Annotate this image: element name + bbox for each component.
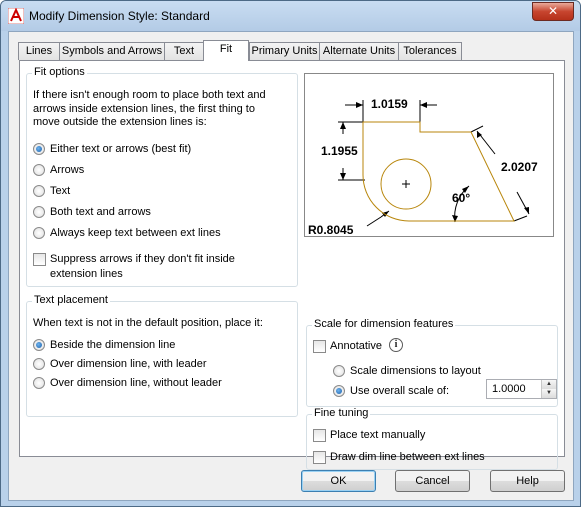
- preview-drawing: 1.0159 1.1955 2.0207 60° R0.8045: [308, 97, 538, 237]
- annotative-label[interactable]: Annotative: [330, 339, 382, 353]
- fit-options-title: Fit options: [32, 66, 87, 78]
- autocad-app-icon: [8, 8, 24, 24]
- preview-radius: R0.8045: [308, 223, 354, 236]
- overall-scale-value[interactable]: 1.0000: [492, 383, 526, 395]
- radio-best-fit-label[interactable]: Either text or arrows (best fit): [50, 142, 191, 156]
- spin-down-icon[interactable]: ▼: [542, 389, 556, 398]
- radio-text-label[interactable]: Text: [50, 184, 70, 198]
- tab-label: Text: [173, 45, 195, 57]
- ok-button[interactable]: OK: [301, 470, 376, 492]
- tab-primary-units[interactable]: Primary Units: [249, 42, 320, 60]
- text-placement-description: When text is not in the default position…: [33, 317, 263, 329]
- fit-description-line-1: If there isn't enough room to place both…: [33, 89, 266, 101]
- suppress-arrows-label-1[interactable]: Suppress arrows if they don't fit inside: [50, 252, 235, 266]
- radio-beside-label[interactable]: Beside the dimension line: [50, 338, 175, 352]
- spin-up-icon[interactable]: ▲: [542, 380, 556, 389]
- radio-always-keep-text[interactable]: [33, 227, 45, 239]
- dialog-client: Lines Symbols and Arrows Text Fit Primar…: [8, 31, 574, 501]
- tab-label: Primary Units: [251, 45, 318, 57]
- place-text-manually-label[interactable]: Place text manually: [330, 428, 425, 442]
- overall-scale-spinner[interactable]: 1.0000 ▲ ▼: [486, 379, 557, 399]
- fit-options-group: Fit options If there isn't enough room t…: [26, 66, 298, 287]
- suppress-arrows-checkbox[interactable]: [33, 253, 46, 266]
- preview-dim-right: 2.0207: [501, 160, 538, 174]
- radio-text[interactable]: [33, 185, 45, 197]
- text-placement-title: Text placement: [32, 294, 110, 306]
- tab-tolerances[interactable]: Tolerances: [398, 42, 462, 60]
- tab-lines[interactable]: Lines: [18, 42, 60, 60]
- radio-over-with-leader[interactable]: [33, 358, 45, 370]
- help-button[interactable]: Help: [490, 470, 565, 492]
- fit-description-line-2: arrows inside extension lines, the first…: [33, 103, 255, 115]
- tab-symbols-and-arrows[interactable]: Symbols and Arrows: [59, 42, 165, 60]
- fit-tab-panel: Fit options If there isn't enough room t…: [19, 60, 565, 470]
- radio-beside-dimension-line[interactable]: [33, 339, 45, 351]
- radio-arrows-label[interactable]: Arrows: [50, 163, 84, 177]
- window-title: Modify Dimension Style: Standard: [29, 9, 210, 23]
- tab-label: Fit: [219, 43, 233, 55]
- preview-dim-top: 1.0159: [371, 97, 408, 111]
- dimension-preview: 1.0159 1.1955 2.0207 60° R0.8045: [304, 73, 554, 237]
- radio-both-label[interactable]: Both text and arrows: [50, 205, 151, 219]
- ok-label: OK: [330, 475, 347, 487]
- text-placement-group: Text placement When text is not in the d…: [26, 294, 298, 417]
- radio-arrows[interactable]: [33, 164, 45, 176]
- close-icon: ✕: [547, 4, 559, 18]
- tab-alternate-units[interactable]: Alternate Units: [319, 42, 399, 60]
- draw-dim-line-checkbox[interactable]: [313, 451, 326, 464]
- fine-tuning-group: Fine tuning Place text manually Draw dim…: [306, 407, 558, 470]
- cancel-label: Cancel: [415, 475, 450, 487]
- annotative-checkbox[interactable]: [313, 340, 326, 353]
- radio-always-keep-label[interactable]: Always keep text between ext lines: [50, 226, 221, 240]
- radio-use-overall-scale-label[interactable]: Use overall scale of:: [350, 384, 449, 398]
- preview-angle: 60°: [452, 191, 470, 205]
- radio-over-with-leader-label[interactable]: Over dimension line, with leader: [50, 357, 207, 371]
- radio-scale-to-layout-label[interactable]: Scale dimensions to layout: [350, 364, 481, 378]
- spinner-buttons: ▲ ▼: [541, 380, 556, 398]
- help-label: Help: [516, 475, 539, 487]
- info-icon[interactable]: i: [389, 338, 403, 352]
- draw-dim-line-label[interactable]: Draw dim line between ext lines: [330, 450, 485, 464]
- fine-tuning-title: Fine tuning: [312, 407, 371, 419]
- radio-over-without-leader[interactable]: [33, 377, 45, 389]
- scale-title: Scale for dimension features: [312, 318, 456, 330]
- title-bar[interactable]: Modify Dimension Style: Standard ✕: [1, 1, 580, 31]
- tab-fit[interactable]: Fit: [203, 40, 249, 61]
- radio-scale-to-layout[interactable]: [333, 365, 345, 377]
- preview-dim-left: 1.1955: [321, 144, 358, 158]
- tab-label: Lines: [25, 45, 53, 57]
- suppress-arrows-label-2[interactable]: extension lines: [50, 267, 123, 281]
- close-button[interactable]: ✕: [532, 2, 574, 21]
- fit-description-line-3: move outside the extension lines is:: [33, 116, 207, 128]
- tab-label: Symbols and Arrows: [61, 45, 163, 57]
- radio-use-overall-scale[interactable]: [333, 385, 345, 397]
- radio-over-without-leader-label[interactable]: Over dimension line, without leader: [50, 376, 222, 390]
- place-text-manually-checkbox[interactable]: [313, 429, 326, 442]
- radio-both-text-and-arrows[interactable]: [33, 206, 45, 218]
- tab-label: Alternate Units: [322, 45, 396, 57]
- tab-label: Tolerances: [403, 45, 457, 57]
- cancel-button[interactable]: Cancel: [395, 470, 470, 492]
- dialog-window: Modify Dimension Style: Standard ✕ Lines…: [0, 0, 581, 507]
- radio-best-fit[interactable]: [33, 143, 45, 155]
- tab-text[interactable]: Text: [164, 42, 204, 60]
